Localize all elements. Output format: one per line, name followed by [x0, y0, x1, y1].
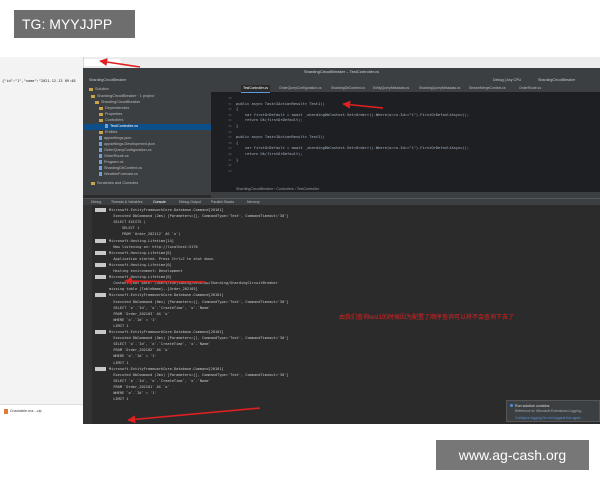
arrow-to-missing-table [124, 277, 206, 286]
arrow-to-limit [127, 407, 261, 424]
arrow-to-url [99, 58, 141, 68]
annotation-arrows [99, 58, 384, 424]
arrow-to-test1 [342, 100, 384, 109]
